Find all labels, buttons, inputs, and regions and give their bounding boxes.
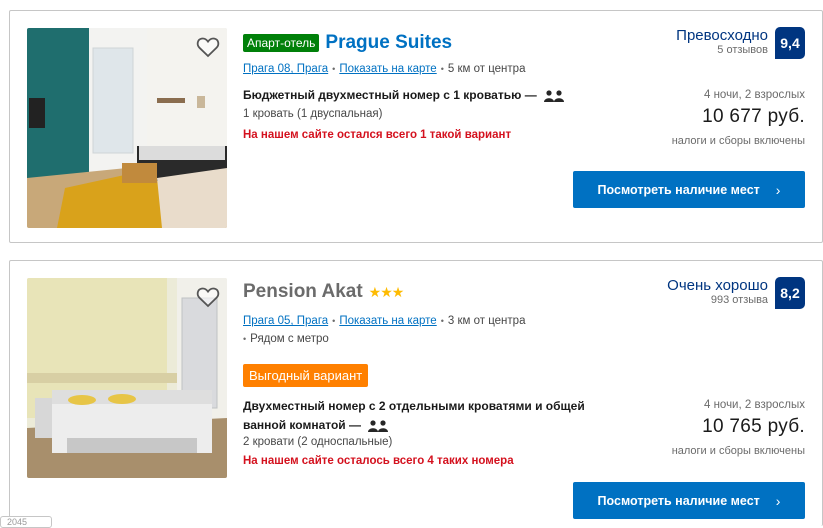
price: 10 677 руб. [702, 106, 805, 127]
separator-dot: • [440, 64, 444, 74]
district-link[interactable]: Прага 08, Прага [243, 63, 328, 75]
score-word: Превосходно [676, 27, 768, 44]
taxes-note: налоги и сборы включены [671, 135, 805, 147]
bed-info: 2 кровати (2 односпальные) [243, 436, 393, 448]
location-row: Прага 08, Прага • Показать на карте • 5 … [243, 63, 525, 75]
score-badge: 9,4 [775, 27, 805, 59]
chevron-right-icon: › [775, 181, 781, 198]
price-block: 4 ночи, 2 взрослых 10 677 руб. налоги и … [672, 89, 805, 147]
scarcity-message: На нашем сайте осталось всего 4 таких но… [243, 455, 514, 467]
deal-badge: Выгодный вариант [243, 364, 369, 387]
property-photo[interactable] [27, 278, 227, 478]
room-dash: — [524, 88, 537, 102]
room-photo-image [27, 278, 227, 478]
separator-dot: • [332, 316, 336, 326]
star-icon: ★★★ [368, 283, 405, 300]
review-count: 5 отзывов [717, 44, 768, 56]
cta-label: Посмотреть наличие мест [597, 493, 760, 508]
heart-icon[interactable] [196, 286, 220, 308]
property-card-prague-suites: Апарт-отель Prague Suites Прага 08, Праг… [9, 10, 823, 243]
hotel-name-link[interactable]: Pension Akat [243, 281, 363, 303]
stay-info: 4 ночи, 2 взрослых [703, 89, 805, 101]
price: 10 765 руб. [702, 416, 805, 437]
title-row: Апарт-отель Prague Suites [243, 32, 452, 54]
persons-icon [544, 90, 565, 102]
room-title-text: Двухместный номер с 2 отдельными кроватя… [243, 399, 585, 432]
review-count: 993 отзыва [710, 294, 768, 306]
property-photo[interactable] [27, 28, 227, 228]
metro-info: • Рядом с метро [243, 333, 329, 345]
room-title-text: Бюджетный двухместный номер с 1 кроватью [243, 88, 522, 102]
show-on-map-link[interactable]: Показать на карте [339, 315, 436, 327]
property-type-badge: Апарт-отель [243, 34, 320, 52]
room-photo-image [27, 28, 227, 228]
separator-dot: • [332, 64, 336, 74]
persons-icon [368, 420, 389, 432]
price-block: 4 ночи, 2 взрослых 10 765 руб. налоги и … [672, 399, 805, 457]
room-title: Двухместный номер с 2 отдельными кроватя… [243, 397, 603, 435]
location-row: Прага 05, Прага • Показать на карте • 3 … [243, 315, 525, 327]
partial-element-stub: 2045 [0, 516, 52, 528]
see-availability-button[interactable]: Посмотреть наличие мест › [573, 171, 805, 208]
scarcity-message: На нашем сайте остался всего 1 такой вар… [243, 129, 512, 141]
room-title: Бюджетный двухместный номер с 1 кроватью… [243, 86, 565, 105]
cta-label: Посмотреть наличие мест [597, 182, 760, 197]
separator-dot: • [243, 334, 247, 344]
distance-text: 5 км от центра [447, 63, 526, 75]
heart-icon[interactable] [196, 36, 220, 58]
score-word: Очень хорошо [667, 277, 768, 294]
property-card-pension-akat: Pension Akat ★★★ Прага 05, Прага • Показ… [9, 260, 823, 526]
metro-text: Рядом с метро [250, 333, 329, 345]
score-badge: 8,2 [775, 277, 805, 309]
chevron-right-icon: › [775, 492, 781, 509]
review-score[interactable]: Очень хорошо 993 отзыва 8,2 [667, 277, 805, 309]
bed-info: 1 кровать (1 двуспальная) [243, 108, 383, 120]
room-dash: — [349, 418, 362, 432]
show-on-map-link[interactable]: Показать на карте [339, 63, 436, 75]
title-row: Pension Akat ★★★ [243, 281, 405, 303]
see-availability-button[interactable]: Посмотреть наличие мест › [573, 482, 805, 519]
score-text: Очень хорошо 993 отзыва [667, 277, 768, 306]
taxes-note: налоги и сборы включены [671, 445, 805, 457]
separator-dot: • [440, 316, 444, 326]
stay-info: 4 ночи, 2 взрослых [703, 399, 805, 411]
district-link[interactable]: Прага 05, Прага [243, 315, 328, 327]
review-score[interactable]: Превосходно 5 отзывов 9,4 [676, 27, 805, 59]
distance-text: 3 км от центра [447, 315, 526, 327]
hotel-name-link[interactable]: Prague Suites [325, 32, 452, 54]
score-text: Превосходно 5 отзывов [676, 27, 768, 56]
